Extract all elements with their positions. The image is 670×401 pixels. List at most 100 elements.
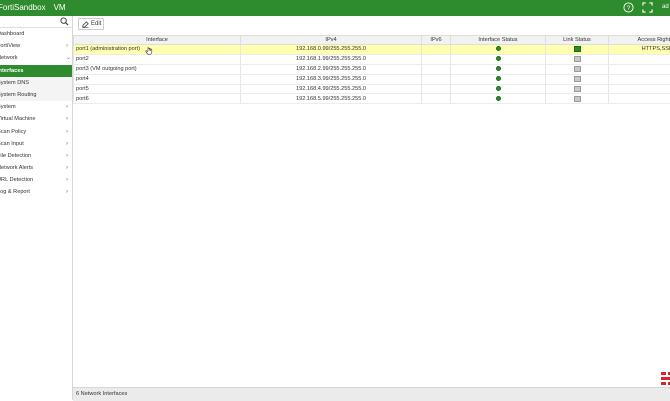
chevron-right-icon: › xyxy=(66,150,68,162)
ipv6-cell xyxy=(422,74,451,84)
sidebar-item-log-report[interactable]: Log & Report› xyxy=(0,186,72,198)
sidebar-item-label: System Routing xyxy=(0,89,36,101)
table-row[interactable]: port1 (administration port)192.168.0.99/… xyxy=(74,45,670,55)
search-icon[interactable] xyxy=(60,17,69,26)
chevron-right-icon: › xyxy=(66,113,68,125)
chevron-right-icon: › xyxy=(66,186,68,198)
ipv4-cell: 192.168.5.99/255.255.255.0 xyxy=(241,94,422,104)
link-status-cell xyxy=(546,54,609,64)
chevron-right-icon: › xyxy=(66,174,68,186)
interface-cell: port6 xyxy=(74,94,241,104)
column-header-interface-status[interactable]: Interface Status xyxy=(451,36,546,45)
sidebar-item-label: File Detection xyxy=(0,150,31,162)
expand-icon[interactable] xyxy=(642,2,653,13)
link-down-icon xyxy=(574,76,581,82)
interface-cell: port5 xyxy=(74,84,241,94)
ipv4-cell: 192.168.2.99/255.255.255.0 xyxy=(241,64,422,74)
link-down-icon xyxy=(574,56,581,62)
interface-status-cell xyxy=(451,54,546,64)
sidebar-item-label: Interfaces xyxy=(0,65,23,77)
sidebar-item-system-dns[interactable]: System DNS xyxy=(0,77,72,89)
sidebar-item-virtual-machine[interactable]: Virtual Machine› xyxy=(0,113,72,125)
table-row[interactable]: port2192.168.1.99/255.255.255.0 xyxy=(74,54,670,64)
access-rights-cell xyxy=(609,74,670,84)
question-circle-icon[interactable]: ? xyxy=(623,2,634,13)
interface-status-cell xyxy=(451,74,546,84)
status-up-icon xyxy=(496,46,501,51)
link-status-cell xyxy=(546,45,609,55)
sidebar-item-system[interactable]: System › xyxy=(0,101,72,113)
main-content: Edit Interface IPv4 IPv6 Interface Statu… xyxy=(73,16,670,400)
link-status-cell xyxy=(546,64,609,74)
sidebar-item-url-detection[interactable]: URL Detection› xyxy=(0,174,72,186)
interface-name: port6 xyxy=(76,96,89,102)
table-footer: 6 Network Interfaces xyxy=(73,387,670,401)
sidebar-item-label: System DNS xyxy=(0,77,29,89)
sidebar-item-fortiview[interactable]: FortiView › xyxy=(0,40,72,52)
toolbar: Edit xyxy=(73,16,670,33)
ipv6-cell xyxy=(422,84,451,94)
sidebar-nav: DashboardFortiView›Network⌄InterfacesSys… xyxy=(0,28,72,199)
sidebar: DashboardFortiView›Network⌄InterfacesSys… xyxy=(0,16,73,400)
interface-status-cell xyxy=(451,64,546,74)
link-down-icon xyxy=(574,86,581,92)
column-header-link-status[interactable]: Link Status xyxy=(546,36,609,45)
table-row[interactable]: port3 (VM outgoing port) 192.168.2.99/255… xyxy=(74,64,670,74)
table-row[interactable]: port4192.168.3.99/255.255.255.0 xyxy=(74,74,670,84)
sidebar-item-network[interactable]: Network⌄ xyxy=(0,52,72,64)
ipv6-cell xyxy=(422,64,451,74)
table-row[interactable]: port5192.168.4.99/255.255.255.0 xyxy=(74,84,670,94)
interface-cell: port1 (administration port) xyxy=(74,45,241,55)
table-header-row: Interface IPv4 IPv6 Interface Status Lin… xyxy=(74,36,670,45)
interface-status-cell xyxy=(451,84,546,94)
sidebar-item-label: Network Alerts xyxy=(0,162,33,174)
chevron-right-icon: › xyxy=(66,162,68,174)
interface-count: 6 Network Interfaces xyxy=(76,388,127,401)
ipv4-cell: 192.168.4.99/255.255.255.0 xyxy=(241,84,422,94)
table-row[interactable]: port6 192.168.5.99/255.255.255.0 xyxy=(74,94,670,104)
ipv4-cell: 192.168.1.99/255.255.255.0 xyxy=(241,54,422,64)
sidebar-item-interfaces[interactable]: Interfaces xyxy=(0,65,72,77)
chevron-right-icon: › xyxy=(66,40,68,52)
chevron-right-icon: › xyxy=(66,138,68,150)
sidebar-item-label: System xyxy=(0,101,16,113)
link-down-icon xyxy=(574,66,581,72)
chevron-right-icon: › xyxy=(66,126,68,138)
sidebar-item-dashboard[interactable]: Dashboard xyxy=(0,28,72,40)
sidebar-item-label: Dashboard xyxy=(0,28,24,40)
sidebar-item-scan-policy[interactable]: Scan Policy › xyxy=(0,126,72,138)
link-status-cell xyxy=(546,84,609,94)
access-rights-cell: HTTPS,SSH xyxy=(609,45,670,55)
interface-name: port3 (VM outgoing port) xyxy=(76,66,137,72)
fortinet-logo-icon xyxy=(661,372,670,386)
interface-cell: port2 xyxy=(74,54,241,64)
column-header-access-rights[interactable]: Access Rights xyxy=(609,36,670,45)
sidebar-item-label: FortiView xyxy=(0,40,20,52)
sidebar-search[interactable] xyxy=(0,16,72,28)
interface-status-cell xyxy=(451,94,546,104)
top-bar: FortiSandbox VM ? ad xyxy=(0,0,670,16)
sidebar-item-network-alerts[interactable]: Network Alerts › xyxy=(0,162,72,174)
sidebar-item-scan-input[interactable]: Scan Input › xyxy=(0,138,72,150)
user-menu[interactable]: ad xyxy=(662,4,669,10)
interface-name: port1 (administration port) xyxy=(76,46,140,52)
sidebar-item-label: Network xyxy=(0,52,18,64)
access-rights-cell xyxy=(609,94,670,104)
sidebar-item-file-detection[interactable]: File Detection › xyxy=(0,150,72,162)
chevron-right-icon: › xyxy=(66,101,68,113)
sidebar-item-label: Scan Input xyxy=(0,138,24,150)
column-header-ipv4[interactable]: IPv4 xyxy=(241,36,422,45)
interfaces-table: Interface IPv4 IPv6 Interface Status Lin… xyxy=(73,35,670,104)
product-model: VM xyxy=(54,3,66,12)
sidebar-item-label: Scan Policy xyxy=(0,126,26,138)
column-header-interface[interactable]: Interface xyxy=(74,36,241,45)
edit-button[interactable]: Edit xyxy=(78,18,104,30)
product-name: FortiSandbox xyxy=(0,3,46,12)
column-header-ipv6[interactable]: IPv6 xyxy=(422,36,451,45)
sidebar-item-system-routing[interactable]: System Routing xyxy=(0,89,72,101)
status-up-icon xyxy=(496,76,501,81)
status-up-icon xyxy=(496,86,501,91)
interface-status-cell xyxy=(451,45,546,55)
link-status-cell xyxy=(546,74,609,84)
access-rights-cell xyxy=(609,84,670,94)
